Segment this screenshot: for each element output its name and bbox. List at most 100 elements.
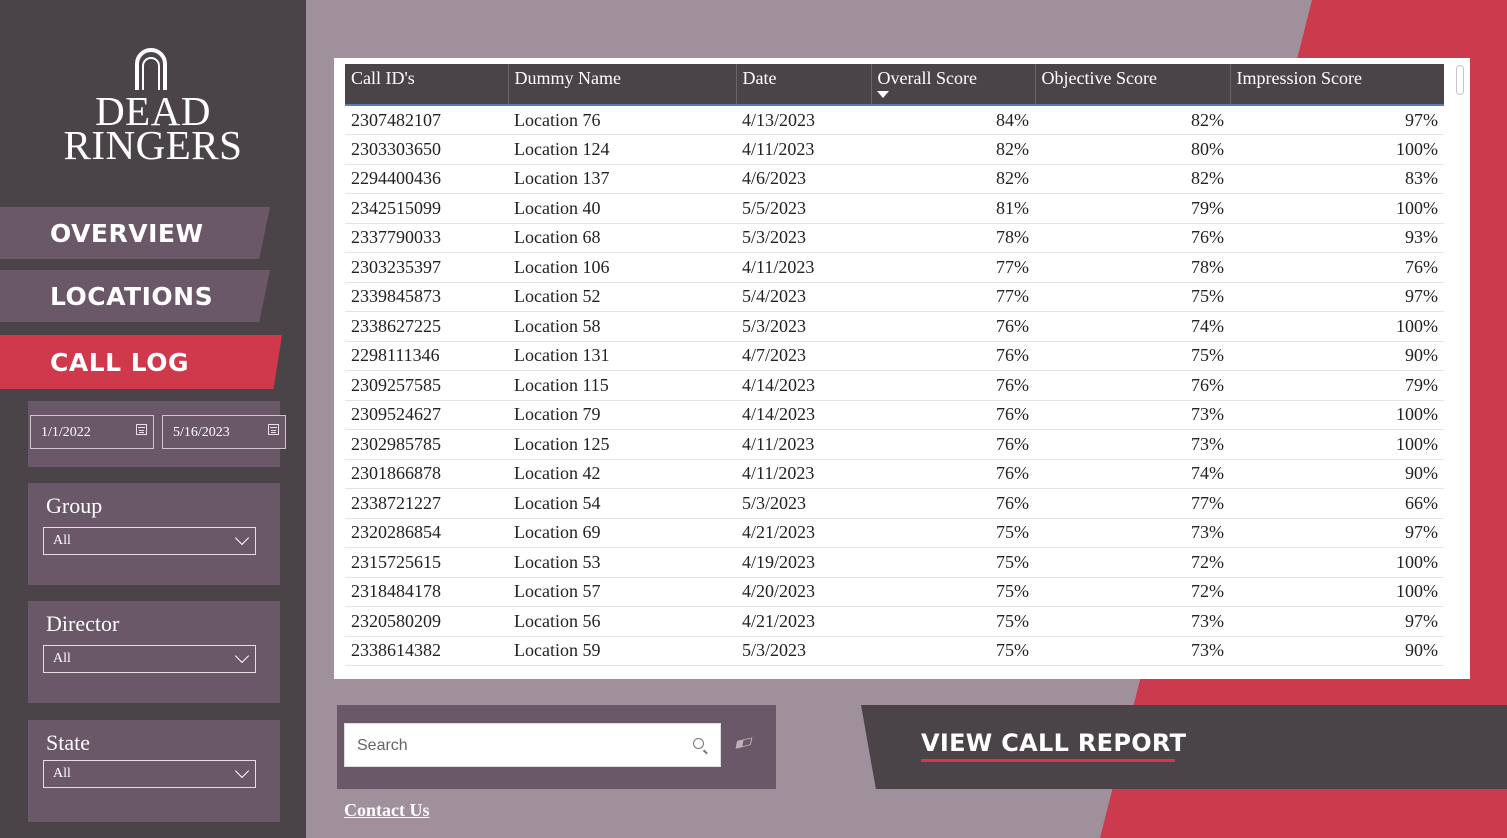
cell-date: 4/21/2023 (736, 518, 871, 548)
date-range-panel: 1/1/2022 5/16/2023 (28, 401, 286, 467)
cell-objective-score: 73% (1035, 518, 1230, 548)
cell-overall-score: 77% (871, 252, 1035, 283)
cell-overall-score: 81% (871, 193, 1035, 224)
table-row[interactable]: 2320286854 Location 69 4/21/2023 75% 73% 97% (345, 518, 1444, 548)
cell-call-id: 2339845873 (345, 282, 508, 312)
cell-date: 4/13/2023 (736, 105, 871, 135)
cell-impression-score: 100% (1230, 547, 1444, 578)
column-header-objective-score[interactable]: Objective Score (1035, 64, 1231, 105)
cell-date: 4/6/2023 (736, 164, 871, 194)
cell-call-id: 2320580209 (345, 606, 508, 637)
calendar-icon[interactable] (136, 424, 147, 435)
cell-dummy-name: Location 53 (508, 547, 736, 578)
cell-overall-score: 76% (871, 488, 1035, 519)
cell-call-id: 2342515099 (345, 193, 508, 224)
contact-us-link[interactable]: Contact Us (344, 800, 430, 821)
cell-impression-score: 90% (1230, 341, 1444, 371)
cell-objective-score: 73% (1035, 429, 1230, 460)
cell-overall-score: 75% (871, 636, 1035, 666)
table-scrollbar[interactable] (1456, 65, 1464, 95)
nav-overview[interactable]: OVERVIEW (0, 207, 270, 259)
column-header-overall-score[interactable]: Overall Score (871, 64, 1036, 105)
table-row[interactable]: 2337790033 Location 68 5/3/2023 78% 76% 93% (345, 223, 1444, 253)
cell-call-id: 2302985785 (345, 429, 508, 460)
cell-overall-score: 75% (871, 518, 1035, 548)
cell-impression-score: 97% (1230, 518, 1444, 548)
table-row[interactable]: 2303303650 Location 124 4/11/2023 82% 80% 100… (345, 134, 1444, 165)
cell-impression-score: 100% (1230, 311, 1444, 342)
table-row[interactable]: 2318484178 Location 57 4/20/2023 75% 72% 100% (345, 577, 1444, 607)
cell-dummy-name: Location 40 (508, 193, 736, 224)
table-row[interactable]: 2320580209 Location 56 4/21/2023 75% 73% 97% (345, 606, 1444, 637)
cell-call-id: 2298111346 (345, 341, 508, 371)
cell-dummy-name: Location 57 (508, 577, 736, 607)
cell-call-id: 2309257585 (345, 370, 508, 401)
search-icon[interactable] (693, 738, 704, 749)
cell-objective-score: 73% (1035, 606, 1230, 637)
cell-impression-score: 100% (1230, 577, 1444, 607)
director-filter: Director All (28, 601, 280, 703)
cell-date: 4/14/2023 (736, 370, 871, 401)
cell-call-id: 2338627225 (345, 311, 508, 342)
table-row[interactable]: 2309257585 Location 115 4/14/2023 76% 76% 79% (345, 370, 1444, 401)
state-filter-label: State (46, 730, 90, 755)
table-row[interactable]: 2307482107 Location 76 4/13/2023 84% 82% 97% (345, 105, 1444, 135)
cell-objective-score: 77% (1035, 488, 1230, 519)
state-filter: State All (28, 720, 280, 822)
table-row[interactable]: 2298111346 Location 131 4/7/2023 76% 75% 90% (345, 341, 1444, 371)
cell-impression-score: 93% (1230, 223, 1444, 253)
table-row[interactable]: 2294400436 Location 137 4/6/2023 82% 82% 83% (345, 164, 1444, 194)
cell-date: 4/20/2023 (736, 577, 871, 607)
cell-dummy-name: Location 42 (508, 459, 736, 489)
cell-dummy-name: Location 76 (508, 105, 736, 135)
nav-locations[interactable]: LOCATIONS (0, 270, 270, 322)
director-select-value: All (53, 651, 71, 666)
cell-objective-score: 82% (1035, 105, 1230, 135)
cell-impression-score: 76% (1230, 252, 1444, 283)
table-row[interactable]: 2339845873 Location 52 5/4/2023 77% 75% 97% (345, 282, 1444, 312)
eraser-icon[interactable] (735, 737, 753, 749)
search-placeholder: Search (357, 737, 408, 754)
cell-impression-score: 100% (1230, 134, 1444, 165)
cell-dummy-name: Location 124 (508, 134, 736, 165)
nav-call-log[interactable]: CALL LOG (0, 335, 282, 389)
end-date-input[interactable]: 5/16/2023 (162, 415, 286, 449)
director-select[interactable]: All (43, 645, 256, 673)
table-row[interactable]: 2315725615 Location 53 4/19/2023 75% 72% 100% (345, 547, 1444, 578)
cell-dummy-name: Location 59 (508, 636, 736, 666)
group-select[interactable]: All (43, 527, 256, 555)
state-select[interactable]: All (43, 760, 256, 788)
cell-dummy-name: Location 79 (508, 400, 736, 430)
column-header-dummy-name[interactable]: Dummy Name (508, 64, 737, 105)
group-filter-label: Group (46, 493, 103, 518)
table-row[interactable]: 2338721227 Location 54 5/3/2023 76% 77% 66% (345, 488, 1444, 519)
cell-call-id: 2294400436 (345, 164, 508, 194)
chevron-down-icon (234, 763, 250, 779)
table-row[interactable]: 2302985785 Location 125 4/11/2023 76% 73% 100… (345, 429, 1444, 460)
cell-overall-score: 76% (871, 429, 1035, 460)
group-filter: Group All (28, 483, 280, 585)
cell-call-id: 2303303650 (345, 134, 508, 165)
call-log-table-card: Call ID's Dummy Name Date Overall Score … (334, 58, 1470, 679)
cell-objective-score: 72% (1035, 577, 1230, 607)
column-header-impression-score[interactable]: Impression Score (1230, 64, 1444, 105)
table-row[interactable]: 2338627225 Location 58 5/3/2023 76% 74% 100% (345, 311, 1444, 342)
cell-overall-score: 76% (871, 311, 1035, 342)
sort-descending-icon (876, 91, 889, 98)
cell-objective-score: 74% (1035, 311, 1230, 342)
table-row[interactable]: 2303235397 Location 106 4/11/2023 77% 78% 76% (345, 252, 1444, 283)
cell-objective-score: 79% (1035, 193, 1230, 224)
table-row[interactable]: 2301866878 Location 42 4/11/2023 76% 74% 90% (345, 459, 1444, 489)
cell-overall-score: 76% (871, 370, 1035, 401)
table-row[interactable]: 2338614382 Location 59 5/3/2023 75% 73% 90% (345, 636, 1444, 666)
view-call-report-button[interactable]: VIEW CALL REPORT (861, 705, 1507, 789)
table-row[interactable]: 2342515099 Location 40 5/5/2023 81% 79% 100% (345, 193, 1444, 224)
search-input[interactable]: Search (344, 723, 721, 767)
start-date-input[interactable]: 1/1/2022 (30, 415, 154, 449)
cell-overall-score: 82% (871, 164, 1035, 194)
table-row[interactable]: 2309524627 Location 79 4/14/2023 76% 73% 100% (345, 400, 1444, 430)
cell-call-id: 2338721227 (345, 488, 508, 519)
column-header-call-id[interactable]: Call ID's (345, 64, 509, 105)
column-header-date[interactable]: Date (736, 64, 872, 105)
calendar-icon[interactable] (268, 424, 279, 435)
